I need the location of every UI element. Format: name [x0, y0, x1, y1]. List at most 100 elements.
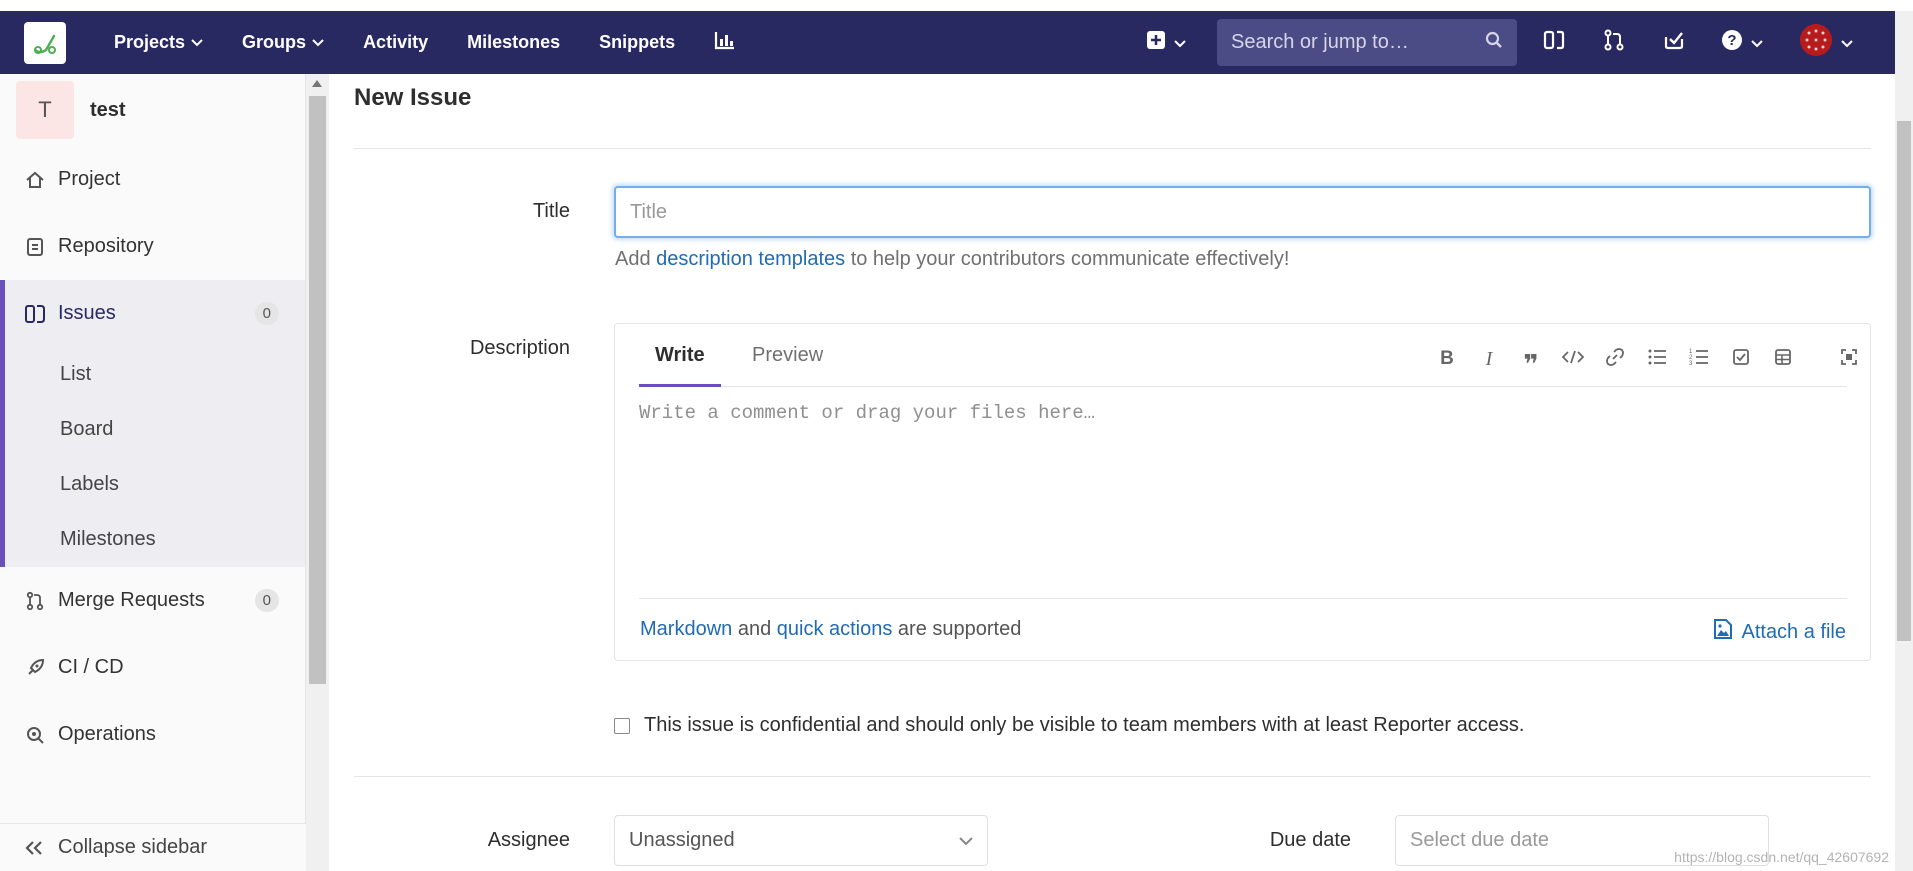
user-menu-button[interactable] — [1799, 11, 1853, 74]
sidebar-item-merge-requests[interactable]: Merge Requests 0 — [0, 567, 305, 634]
plus-square-icon — [1146, 30, 1166, 56]
new-dropdown-button[interactable] — [1146, 11, 1186, 74]
project-name: test — [90, 98, 126, 121]
assignee-select[interactable]: Unassigned — [614, 815, 988, 866]
sidebar-subitem-labels[interactable]: Labels — [5, 457, 305, 512]
chevron-down-icon — [1841, 31, 1853, 54]
top-strip — [0, 0, 1913, 11]
description-editor: Write Preview B I ❞ 123 Write a comment … — [614, 323, 1871, 661]
due-date-label: Due date — [1269, 829, 1351, 851]
sidebar-item-ci-cd[interactable]: CI / CD — [0, 634, 305, 701]
italic-button[interactable]: I — [1477, 347, 1501, 371]
chevron-down-icon — [1174, 31, 1186, 54]
title-label: Title — [532, 200, 570, 222]
sidebar-subitem-milestones[interactable]: Milestones — [5, 512, 305, 567]
confidential-option: This issue is confidential and should on… — [614, 714, 1524, 737]
tab-preview[interactable]: Preview — [752, 344, 823, 367]
title-input[interactable] — [614, 186, 1871, 238]
table-icon — [1774, 348, 1792, 371]
scroll-up-arrow-icon[interactable] — [312, 80, 322, 87]
sidebar-subitem-list[interactable]: List — [5, 347, 305, 402]
main-content: New Issue Title Add description template… — [354, 74, 1871, 871]
logo-icon — [33, 34, 56, 54]
nav-groups[interactable]: Groups — [222, 11, 343, 74]
sidebar-scrollbar[interactable] — [306, 74, 329, 871]
numbered-list-button[interactable]: 123 — [1687, 347, 1711, 371]
markdown-support-note: Markdown and quick actions are supported — [640, 618, 1022, 640]
issues-nav-button[interactable] — [1543, 11, 1565, 74]
assignee-label: Assignee — [487, 829, 570, 851]
todos-nav-button[interactable] — [1663, 11, 1685, 74]
confidential-label: This issue is confidential and should on… — [644, 714, 1525, 736]
quick-actions-link[interactable]: quick actions — [777, 618, 893, 640]
help-dropdown-button[interactable]: ? — [1721, 11, 1763, 74]
sidebar-item-issues[interactable]: Issues 0 — [5, 280, 305, 347]
page-scrollbar-thumb[interactable] — [1897, 121, 1911, 641]
tab-write[interactable]: Write — [655, 344, 705, 367]
bold-button[interactable]: B — [1435, 347, 1459, 371]
project-avatar: T — [16, 81, 74, 139]
nav-activity[interactable]: Activity — [343, 11, 447, 74]
nav-projects[interactable]: Projects — [94, 11, 222, 74]
merge-requests-count-badge: 0 — [254, 589, 279, 612]
svg-text:3: 3 — [1689, 361, 1693, 366]
quote-icon: ❞ — [1523, 349, 1539, 379]
fullscreen-icon — [1840, 348, 1858, 371]
description-templates-link[interactable]: description templates — [656, 248, 845, 270]
top-navbar: Projects Groups Activity Milestones Snip… — [0, 11, 1895, 74]
search-icon — [1485, 31, 1503, 55]
divider — [354, 148, 1871, 149]
sidebar: T test Project Repository Issues 0 List … — [0, 74, 306, 871]
divider — [354, 776, 1871, 777]
italic-icon: I — [1485, 347, 1493, 370]
page-scrollbar[interactable] — [1895, 11, 1913, 871]
merge-request-icon — [24, 591, 46, 611]
chevron-down-icon — [312, 36, 324, 50]
bold-icon: B — [1440, 348, 1454, 369]
link-icon — [1605, 347, 1625, 372]
sidebar-scrollbar-thumb[interactable] — [309, 96, 326, 684]
issues-icon — [24, 304, 46, 324]
sidebar-item-operations[interactable]: Operations — [0, 701, 305, 768]
table-button[interactable] — [1771, 347, 1795, 371]
project-header[interactable]: T test — [0, 74, 305, 146]
numbered-list-icon: 123 — [1689, 348, 1709, 371]
code-button[interactable] — [1561, 347, 1585, 371]
merge-requests-nav-button[interactable] — [1603, 11, 1625, 74]
attach-file-button[interactable]: Attach a file — [1713, 618, 1846, 646]
link-button[interactable] — [1603, 347, 1627, 371]
merge-request-icon — [1603, 29, 1625, 57]
svg-text:?: ? — [1727, 32, 1736, 49]
document-icon — [24, 237, 46, 257]
search-placeholder: Search or jump to… — [1231, 31, 1409, 53]
bullet-list-icon — [1647, 348, 1667, 371]
sidebar-subitem-board[interactable]: Board — [5, 402, 305, 457]
nav-links: Projects Groups Activity Milestones Snip… — [94, 11, 755, 74]
quote-button[interactable]: ❞ — [1519, 347, 1543, 379]
nav-milestones[interactable]: Milestones — [447, 11, 579, 74]
watermark: https://blog.csdn.net/qq_42607692 — [1674, 849, 1889, 865]
task-list-button[interactable] — [1729, 347, 1753, 371]
search-box[interactable]: Search or jump to… — [1217, 19, 1517, 66]
sidebar-item-repository[interactable]: Repository — [0, 213, 305, 280]
description-templates-hint: Add description templates to help your c… — [615, 248, 1290, 270]
nav-analytics[interactable] — [694, 11, 755, 74]
chevron-down-icon — [959, 829, 973, 852]
sidebar-item-project[interactable]: Project — [0, 146, 305, 213]
task-list-icon — [1732, 348, 1750, 371]
gitlab-logo[interactable] — [24, 21, 66, 64]
collapse-sidebar-button[interactable]: Collapse sidebar — [0, 823, 306, 871]
nav-snippets[interactable]: Snippets — [579, 11, 694, 74]
image-file-icon — [1713, 618, 1733, 646]
question-circle-icon: ? — [1721, 29, 1743, 57]
confidential-checkbox[interactable] — [614, 717, 630, 734]
bullet-list-button[interactable] — [1645, 347, 1669, 371]
page-title: New Issue — [354, 84, 472, 111]
issues-icon — [1543, 29, 1565, 57]
tab-write-underline — [639, 384, 721, 387]
description-textarea[interactable] — [639, 402, 1847, 552]
home-icon — [24, 170, 46, 190]
chevron-down-icon — [191, 36, 203, 50]
markdown-link[interactable]: Markdown — [640, 618, 732, 640]
fullscreen-button[interactable] — [1837, 347, 1861, 371]
